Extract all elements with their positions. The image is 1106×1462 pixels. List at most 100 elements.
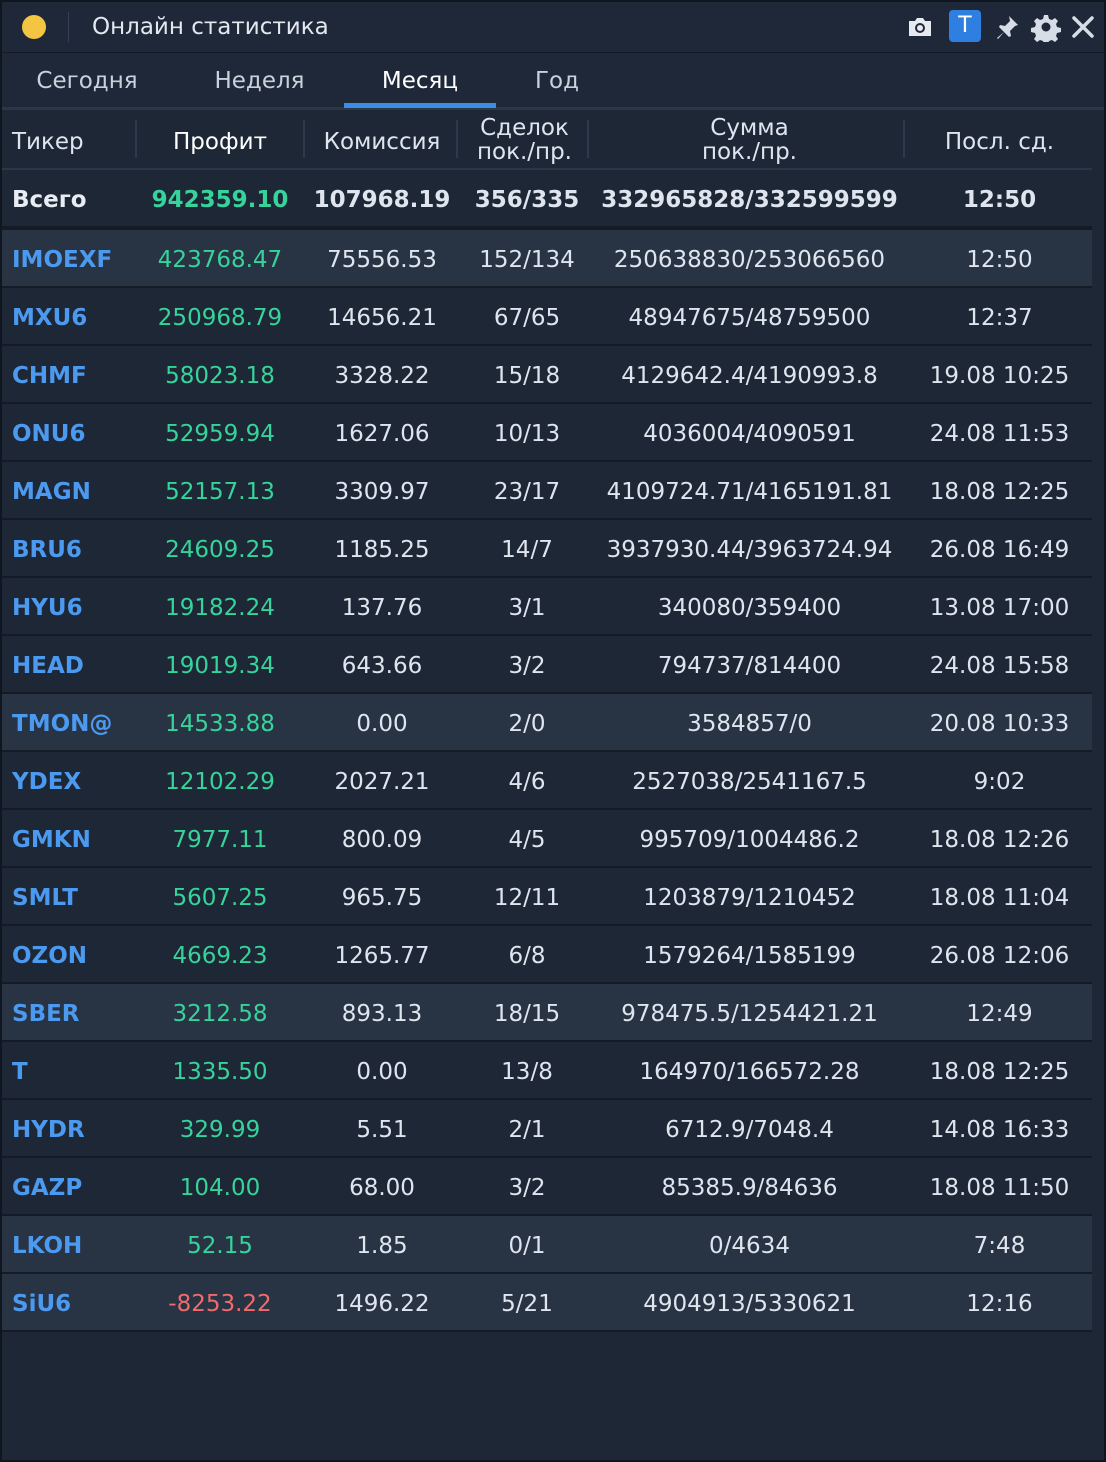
deals-cell: 23/17: [493, 479, 561, 505]
column-header-deals-line1: Сделок: [480, 115, 569, 141]
column-divider[interactable]: [587, 120, 589, 158]
ticker-cell: BRU6: [12, 537, 82, 563]
ticker-cell: OZON: [12, 943, 88, 969]
table-row[interactable]: SBER 3212.58 893.13 18/15 978475.5/1254421.2…: [2, 984, 1092, 1042]
profit-cell: 250968.79: [157, 305, 283, 331]
deals-cell: 67/65: [493, 305, 561, 331]
app-status-dot: [22, 15, 46, 39]
sum-cell: 1579264/1585199: [643, 943, 856, 969]
column-divider[interactable]: [135, 120, 137, 158]
sum-cell: 340080/359400: [657, 595, 842, 621]
last-trade-cell: 9:02: [973, 769, 1026, 795]
table-row[interactable]: BRU6 24609.25 1185.25 14/7 3937930.44/396372…: [2, 520, 1092, 578]
t-button[interactable]: T: [949, 10, 981, 42]
tab-week[interactable]: Неделя: [182, 53, 337, 107]
profit-cell: 12102.29: [165, 769, 275, 795]
profit-cell: 7977.11: [172, 827, 268, 853]
tab-year[interactable]: Год: [502, 53, 612, 107]
fee-cell: 1627.06: [334, 421, 430, 447]
sum-cell: 6712.9/7048.4: [665, 1117, 834, 1143]
table-row[interactable]: SMLT 5607.25 965.75 12/11 1203879/1210452 18.…: [2, 868, 1092, 926]
fee-cell: 5.51: [356, 1117, 408, 1143]
period-tabs: Сегодня Неделя Месяц Год: [2, 53, 1104, 110]
last-trade-cell: 7:48: [973, 1233, 1026, 1259]
profit-cell: -8253.22: [168, 1291, 272, 1317]
last-trade-cell: 12:49: [966, 1001, 1033, 1027]
column-header-sum[interactable]: Сумма пок./пр.: [592, 116, 907, 164]
sum-cell: 0/4634: [709, 1233, 790, 1259]
profit-cell: 19019.34: [165, 653, 275, 679]
ticker-cell: CHMF: [12, 363, 87, 389]
profit-cell: 52157.13: [165, 479, 275, 505]
ticker-cell: SBER: [12, 1001, 80, 1027]
table-row[interactable]: IMOEXF 423768.47 75556.53 152/134 250638830/…: [2, 230, 1092, 288]
fee-cell: 137.76: [341, 595, 423, 621]
pin-icon[interactable]: [993, 12, 1021, 42]
profit-cell: 58023.18: [165, 363, 275, 389]
ticker-cell: SMLT: [12, 885, 78, 911]
table-row[interactable]: T 1335.50 0.00 13/8 164970/166572.28 18.08 12…: [2, 1042, 1092, 1100]
fee-cell: 1.85: [356, 1233, 408, 1259]
last-trade-cell: 12:16: [966, 1291, 1033, 1317]
sum-cell: 995709/1004486.2: [639, 827, 860, 853]
fee-cell: 643.66: [341, 653, 423, 679]
table-row[interactable]: MAGN 52157.13 3309.97 23/17 4109724.71/41651…: [2, 462, 1092, 520]
column-header-profit[interactable]: Профит: [140, 130, 300, 154]
camera-icon[interactable]: [905, 12, 935, 42]
deals-cell: 3/2: [508, 653, 546, 679]
active-tab-indicator: [344, 103, 496, 108]
table-row[interactable]: GMKN 7977.11 800.09 4/5 995709/1004486.2 18.0…: [2, 810, 1092, 868]
table-row[interactable]: OZON 4669.23 1265.77 6/8 1579264/1585199 26.0…: [2, 926, 1092, 984]
table-row[interactable]: CHMF 58023.18 3328.22 15/18 4129642.4/419099…: [2, 346, 1092, 404]
table-row[interactable]: MXU6 250968.79 14656.21 67/65 48947675/48759…: [2, 288, 1092, 346]
table-row[interactable]: ONU6 52959.94 1627.06 10/13 4036004/4090591 2…: [2, 404, 1092, 462]
last-trade-cell: 12:37: [966, 305, 1033, 331]
ticker-cell: IMOEXF: [12, 247, 113, 273]
last-trade-cell: 19.08 10:25: [929, 363, 1070, 389]
column-header-deals[interactable]: Сделок пок./пр.: [457, 116, 592, 164]
table-row[interactable]: HYU6 19182.24 137.76 3/1 340080/359400 13.08 …: [2, 578, 1092, 636]
tab-today[interactable]: Сегодня: [12, 53, 162, 107]
gear-icon[interactable]: [1031, 12, 1061, 42]
table-row[interactable]: HYDR 329.99 5.51 2/1 6712.9/7048.4 14.08 16:3…: [2, 1100, 1092, 1158]
profit-cell: 3212.58: [172, 1001, 268, 1027]
profit-cell: 5607.25: [172, 885, 268, 911]
profit-cell: 104.00: [179, 1175, 261, 1201]
column-header-ticker[interactable]: Тикер: [12, 130, 132, 154]
deals-cell: 14/7: [501, 537, 553, 563]
ticker-cell: LKOH: [12, 1233, 83, 1259]
fee-cell: 0.00: [356, 711, 408, 737]
last-trade-cell: 18.08 12:25: [929, 479, 1070, 505]
ticker-cell: MXU6: [12, 305, 88, 331]
total-row[interactable]: Всего 942359.10 107968.19 356/335 332965…: [2, 170, 1092, 230]
column-header-sum-line2: пок./пр.: [701, 139, 797, 165]
profit-cell: 24609.25: [165, 537, 275, 563]
table-row[interactable]: YDEX 12102.29 2027.21 4/6 2527038/2541167.5 9…: [2, 752, 1092, 810]
table-row[interactable]: TMON@ 14533.88 0.00 2/0 3584857/0 20.08 10:33: [2, 694, 1092, 752]
deals-cell: 12/11: [493, 885, 561, 911]
table-row[interactable]: LKOH 52.15 1.85 0/1 0/4634 7:48: [2, 1216, 1092, 1274]
column-header-last-trade[interactable]: Посл. сд.: [902, 130, 1097, 154]
tab-month[interactable]: Месяц: [344, 53, 496, 107]
ticker-cell: HEAD: [12, 653, 84, 679]
last-trade-cell: 18.08 11:50: [929, 1175, 1070, 1201]
column-header-fee[interactable]: Комиссия: [307, 130, 457, 154]
sum-cell: 4109724.71/4165191.81: [606, 479, 893, 505]
fee-cell: 800.09: [341, 827, 423, 853]
table-row[interactable]: HEAD 19019.34 643.66 3/2 794737/814400 24.08 …: [2, 636, 1092, 694]
title-divider: [68, 12, 69, 42]
table-row[interactable]: SiU6 -8253.22 1496.22 5/21 4904913/5330621 12…: [2, 1274, 1092, 1332]
ticker-cell: YDEX: [12, 769, 82, 795]
fee-cell: 75556.53: [327, 247, 437, 273]
column-header-sum-line1: Сумма: [710, 115, 789, 141]
table-row[interactable]: GAZP 104.00 68.00 3/2 85385.9/84636 18.08 11:…: [2, 1158, 1092, 1216]
column-divider[interactable]: [303, 120, 305, 158]
last-trade-cell: 20.08 10:33: [929, 711, 1070, 737]
ticker-cell: T: [12, 1059, 28, 1085]
last-trade-cell: 18.08 12:25: [929, 1059, 1070, 1085]
profit-cell: 19182.24: [165, 595, 275, 621]
fee-cell: 3309.97: [334, 479, 430, 505]
close-icon[interactable]: [1069, 12, 1097, 42]
title-bar[interactable]: Онлайн статистика T: [2, 2, 1104, 53]
deals-cell: 152/134: [479, 247, 575, 273]
